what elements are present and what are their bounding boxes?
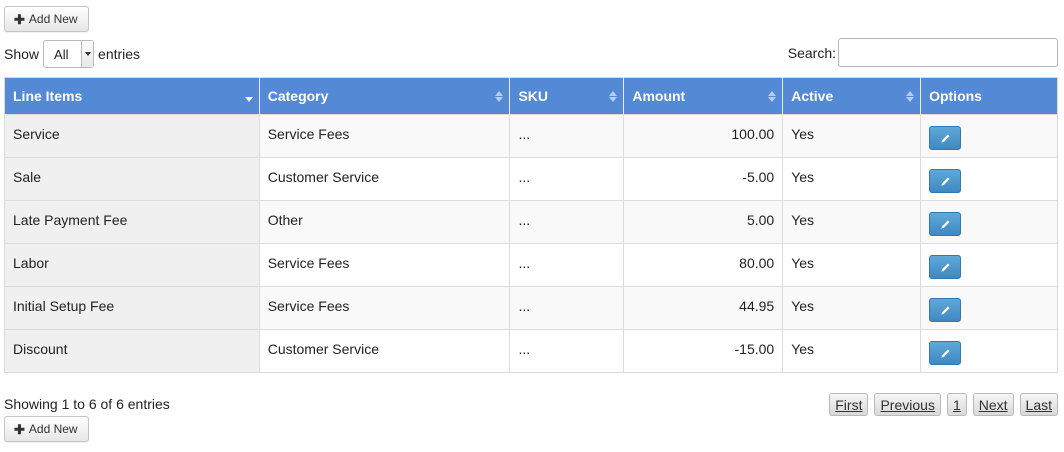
table-row: Late Payment Fee Other ... 5.00 Yes [4,200,1058,244]
cell-options [920,114,1058,158]
cell-category: Other [259,200,511,244]
edit-button[interactable] [929,298,962,322]
column-header-active[interactable]: Active [782,77,922,115]
pencil-icon [940,262,950,272]
entries-select-value: All [54,46,69,62]
table-row: Sale Customer Service ... -5.00 Yes [4,157,1058,201]
column-header-category[interactable]: Category [259,77,511,115]
add-new-label: Add New [28,12,78,26]
cell-active: Yes [782,286,922,330]
cell-category: Customer Service [259,329,511,373]
add-new-button-bottom[interactable]: ✚ Add New [4,416,89,442]
edit-button[interactable] [929,126,962,150]
edit-button[interactable] [929,255,962,279]
cell-amount: 80.00 [623,243,784,287]
plus-icon: ✚ [14,421,25,437]
table-header-row: Line Items Category SKU Amount Active Op… [4,77,1058,115]
sort-icon [609,89,618,103]
cell-sku: ... [509,286,625,330]
sort-desc-icon [244,93,253,107]
table-row: Discount Customer Service ... -15.00 Yes [4,329,1058,373]
cell-options [920,200,1058,244]
search-control: Search: [788,38,1058,67]
cell-sku: ... [509,329,625,373]
cell-category: Service Fees [259,114,511,158]
sort-icon [495,89,504,103]
pagination-previous[interactable]: Previous [874,393,941,416]
sort-icon [906,89,915,103]
table-info: Showing 1 to 6 of 6 entries [4,396,170,412]
cell-sku: ... [509,157,625,201]
plus-icon: ✚ [14,11,25,27]
pencil-icon [940,176,950,186]
cell-active: Yes [782,329,922,373]
cell-amount: -5.00 [623,157,784,201]
pagination-next[interactable]: Next [972,393,1014,416]
pencil-icon [940,219,950,229]
edit-button[interactable] [929,169,962,193]
cell-line-item: Sale [4,157,260,201]
cell-line-item: Service [4,114,260,158]
cell-options [920,286,1058,330]
pencil-icon [940,305,950,315]
chevron-down-icon [81,41,94,67]
column-header-line-items[interactable]: Line Items [4,77,260,115]
pagination: First Previous 1 Next Last [829,393,1058,416]
pagination-last[interactable]: Last [1019,393,1058,416]
length-control: Show All entries [4,40,140,68]
cell-sku: ... [509,243,625,287]
cell-amount: 5.00 [623,200,784,244]
edit-button[interactable] [929,212,962,236]
cell-active: Yes [782,243,922,287]
pencil-icon [940,348,950,358]
search-input[interactable] [838,38,1058,67]
cell-line-item: Late Payment Fee [4,200,260,244]
cell-line-item: Initial Setup Fee [4,286,260,330]
table-row: Service Service Fees ... 100.00 Yes [4,114,1058,158]
cell-active: Yes [782,114,922,158]
cell-options [920,329,1058,373]
cell-active: Yes [782,200,922,244]
cell-options [920,157,1058,201]
cell-category: Customer Service [259,157,511,201]
cell-active: Yes [782,157,922,201]
cell-line-item: Discount [4,329,260,373]
cell-amount: -15.00 [623,329,784,373]
add-new-label: Add New [28,422,78,436]
show-label: Show [4,46,40,62]
line-items-table: Line Items Category SKU Amount Active Op… [4,77,1058,373]
add-new-button-top[interactable]: ✚ Add New [4,6,89,32]
pagination-first[interactable]: First [829,393,869,416]
sort-icon [768,89,777,103]
cell-amount: 100.00 [623,114,784,158]
cell-sku: ... [509,114,625,158]
cell-category: Service Fees [259,286,511,330]
edit-button[interactable] [929,341,962,365]
column-header-options: Options [920,77,1058,115]
entries-label: entries [98,46,141,62]
table-row: Labor Service Fees ... 80.00 Yes [4,243,1058,287]
pagination-page-1[interactable]: 1 [946,393,967,416]
column-header-amount[interactable]: Amount [623,77,784,115]
cell-sku: ... [509,200,625,244]
cell-amount: 44.95 [623,286,784,330]
search-label: Search: [787,44,836,61]
pencil-icon [940,133,950,143]
cell-options [920,243,1058,287]
cell-category: Service Fees [259,243,511,287]
table-row: Initial Setup Fee Service Fees ... 44.95… [4,286,1058,330]
cell-line-item: Labor [4,243,260,287]
column-header-sku[interactable]: SKU [509,77,625,115]
entries-select[interactable]: All [43,40,95,68]
